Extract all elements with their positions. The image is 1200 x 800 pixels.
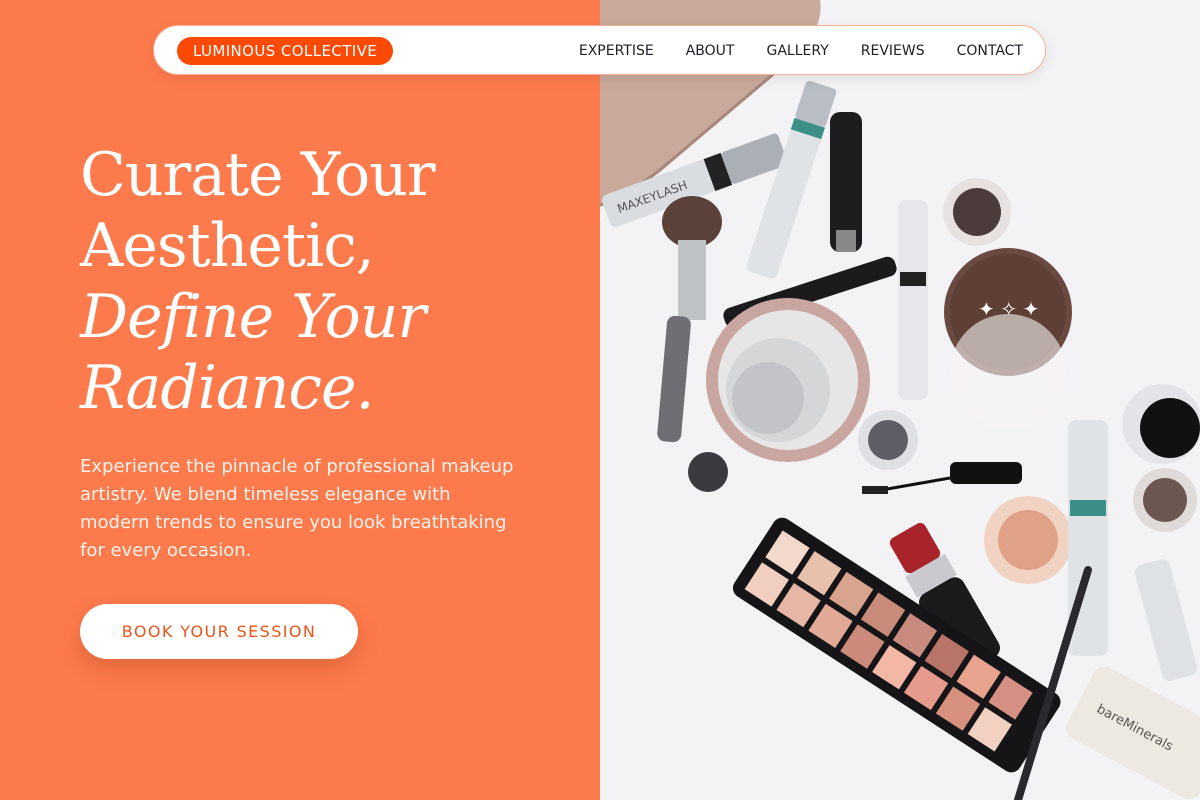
hero-headline: Curate Your Aesthetic, Define Your Radia… — [80, 140, 580, 424]
nav-links: EXPERTISE ABOUT GALLERY REVIEWS CONTACT — [579, 26, 1023, 76]
brow-tube — [746, 80, 837, 279]
nav-link-gallery[interactable]: GALLERY — [766, 43, 828, 59]
headline-line-1: Curate Your — [80, 140, 436, 210]
hero-panel: Curate Your Aesthetic, Define Your Radia… — [0, 0, 600, 800]
nav-link-about[interactable]: ABOUT — [686, 43, 735, 59]
headline-line-2: Aesthetic, — [80, 211, 375, 281]
headline-line-3: Define Your — [80, 282, 426, 352]
nav-link-contact[interactable]: CONTACT — [957, 43, 1023, 59]
nav-link-reviews[interactable]: REVIEWS — [861, 43, 925, 59]
cosmetics-photo: MAXEYLASH ✦ ✧ ✦ bareMinerals — [600, 0, 1200, 800]
hero-tagline: Experience the pinnacle of professional … — [80, 456, 514, 561]
headline-line-4: Radiance. — [80, 353, 375, 423]
cosmetics-flatlay-illustration: MAXEYLASH ✦ ✧ ✦ bareMinerals — [600, 0, 1200, 800]
nav-link-expertise[interactable]: EXPERTISE — [579, 43, 654, 59]
brand-logo[interactable]: LUMINOUS COLLECTIVE — [177, 37, 394, 65]
cream-tube: bareMinerals — [1065, 666, 1200, 800]
book-session-button[interactable]: BOOK YOUR SESSION — [80, 604, 358, 659]
top-nav: LUMINOUS COLLECTIVE EXPERTISE ABOUT GALL… — [153, 25, 1046, 75]
